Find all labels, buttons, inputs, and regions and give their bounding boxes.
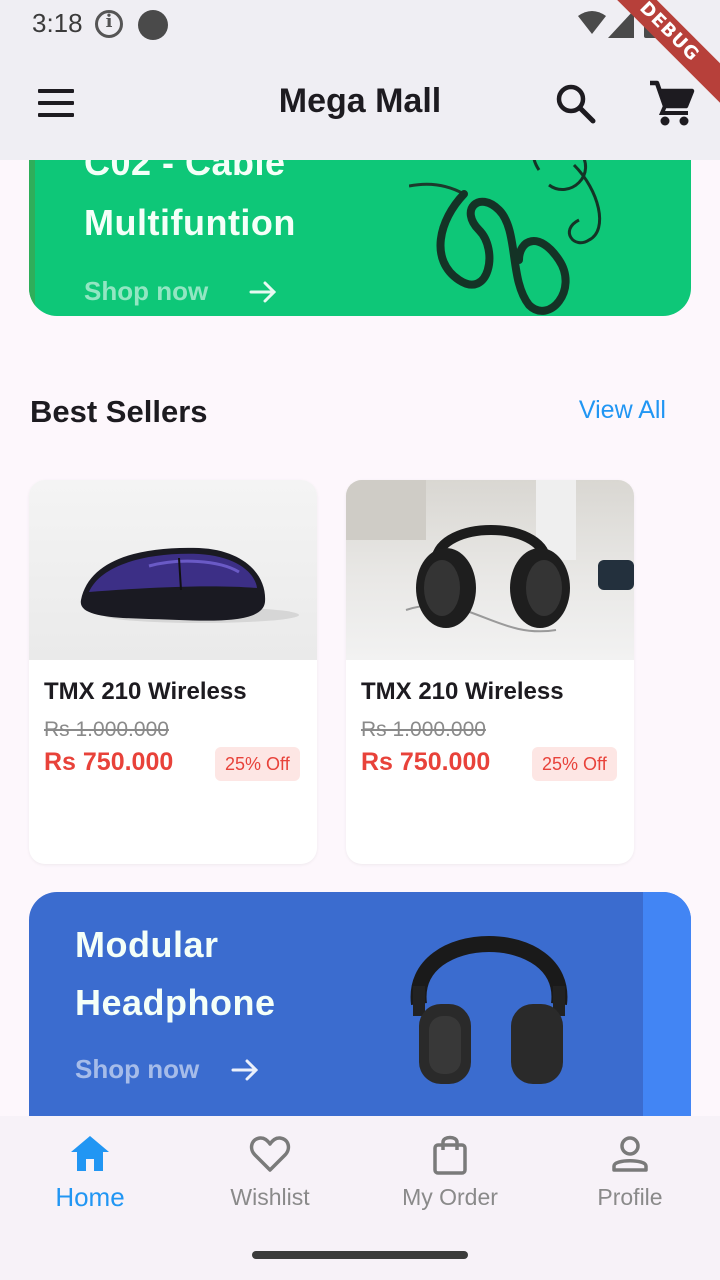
nav-item-my-order[interactable]: My Order bbox=[360, 1116, 540, 1236]
section-title-best-sellers: Best Sellers bbox=[30, 394, 208, 429]
view-all-link[interactable]: View All bbox=[579, 396, 666, 425]
nav-item-home[interactable]: Home bbox=[0, 1116, 180, 1236]
headphones-icon bbox=[346, 480, 634, 633]
nav-label: Profile bbox=[597, 1184, 663, 1210]
shop-now-link[interactable]: Shop now bbox=[75, 1054, 199, 1085]
shopping-bag-icon bbox=[433, 1135, 467, 1175]
discount-badge: 25% Off bbox=[532, 747, 617, 781]
discount-badge: 25% Off bbox=[215, 747, 300, 781]
modular-headphone-image bbox=[410, 936, 568, 1084]
banner-title-line-2: Headphone bbox=[75, 982, 276, 1023]
wireless-mouse-icon bbox=[80, 547, 299, 623]
product-card[interactable]: TMX 210 Wireless Rs 1.000.000 Rs 750.000… bbox=[346, 480, 634, 864]
product-image-headphones bbox=[346, 480, 634, 660]
promo-banner-headphone[interactable]: Modular Headphone Shop now bbox=[29, 892, 691, 1152]
nav-item-profile[interactable]: Profile bbox=[540, 1116, 720, 1236]
product-image-mouse bbox=[29, 480, 317, 660]
product-old-price: Rs 1.000.000 bbox=[44, 718, 169, 741]
arrow-right-icon bbox=[249, 281, 277, 303]
nav-label: Wishlist bbox=[230, 1184, 310, 1210]
product-price: Rs 750.000 bbox=[361, 748, 491, 776]
notification-dot-icon bbox=[138, 10, 168, 40]
status-time: 3:18 bbox=[32, 8, 83, 38]
product-old-price: Rs 1.000.000 bbox=[361, 718, 486, 741]
home-indicator[interactable] bbox=[252, 1251, 468, 1259]
heart-icon bbox=[249, 1136, 291, 1172]
product-name: TMX 210 Wireless bbox=[44, 678, 247, 705]
product-card[interactable]: TMX 210 Wireless Rs 1.000.000 Rs 750.000… bbox=[29, 480, 317, 864]
banner-title-line-2: Multifuntion bbox=[84, 202, 296, 243]
shop-now-link[interactable]: Shop now bbox=[84, 276, 208, 307]
debug-label: DEBUG bbox=[591, 0, 720, 110]
product-price: Rs 750.000 bbox=[44, 748, 174, 776]
arrow-right-icon bbox=[231, 1059, 259, 1081]
product-name: TMX 210 Wireless bbox=[361, 678, 564, 705]
nav-label: My Order bbox=[402, 1184, 498, 1210]
nav-label: Home bbox=[55, 1182, 125, 1212]
nav-item-wishlist[interactable]: Wishlist bbox=[180, 1116, 360, 1236]
info-icon bbox=[95, 10, 123, 38]
home-icon bbox=[71, 1136, 109, 1171]
banner-title-line-1: Modular bbox=[75, 924, 219, 965]
debug-banner: DEBUG bbox=[590, 0, 720, 130]
person-icon bbox=[612, 1136, 648, 1172]
